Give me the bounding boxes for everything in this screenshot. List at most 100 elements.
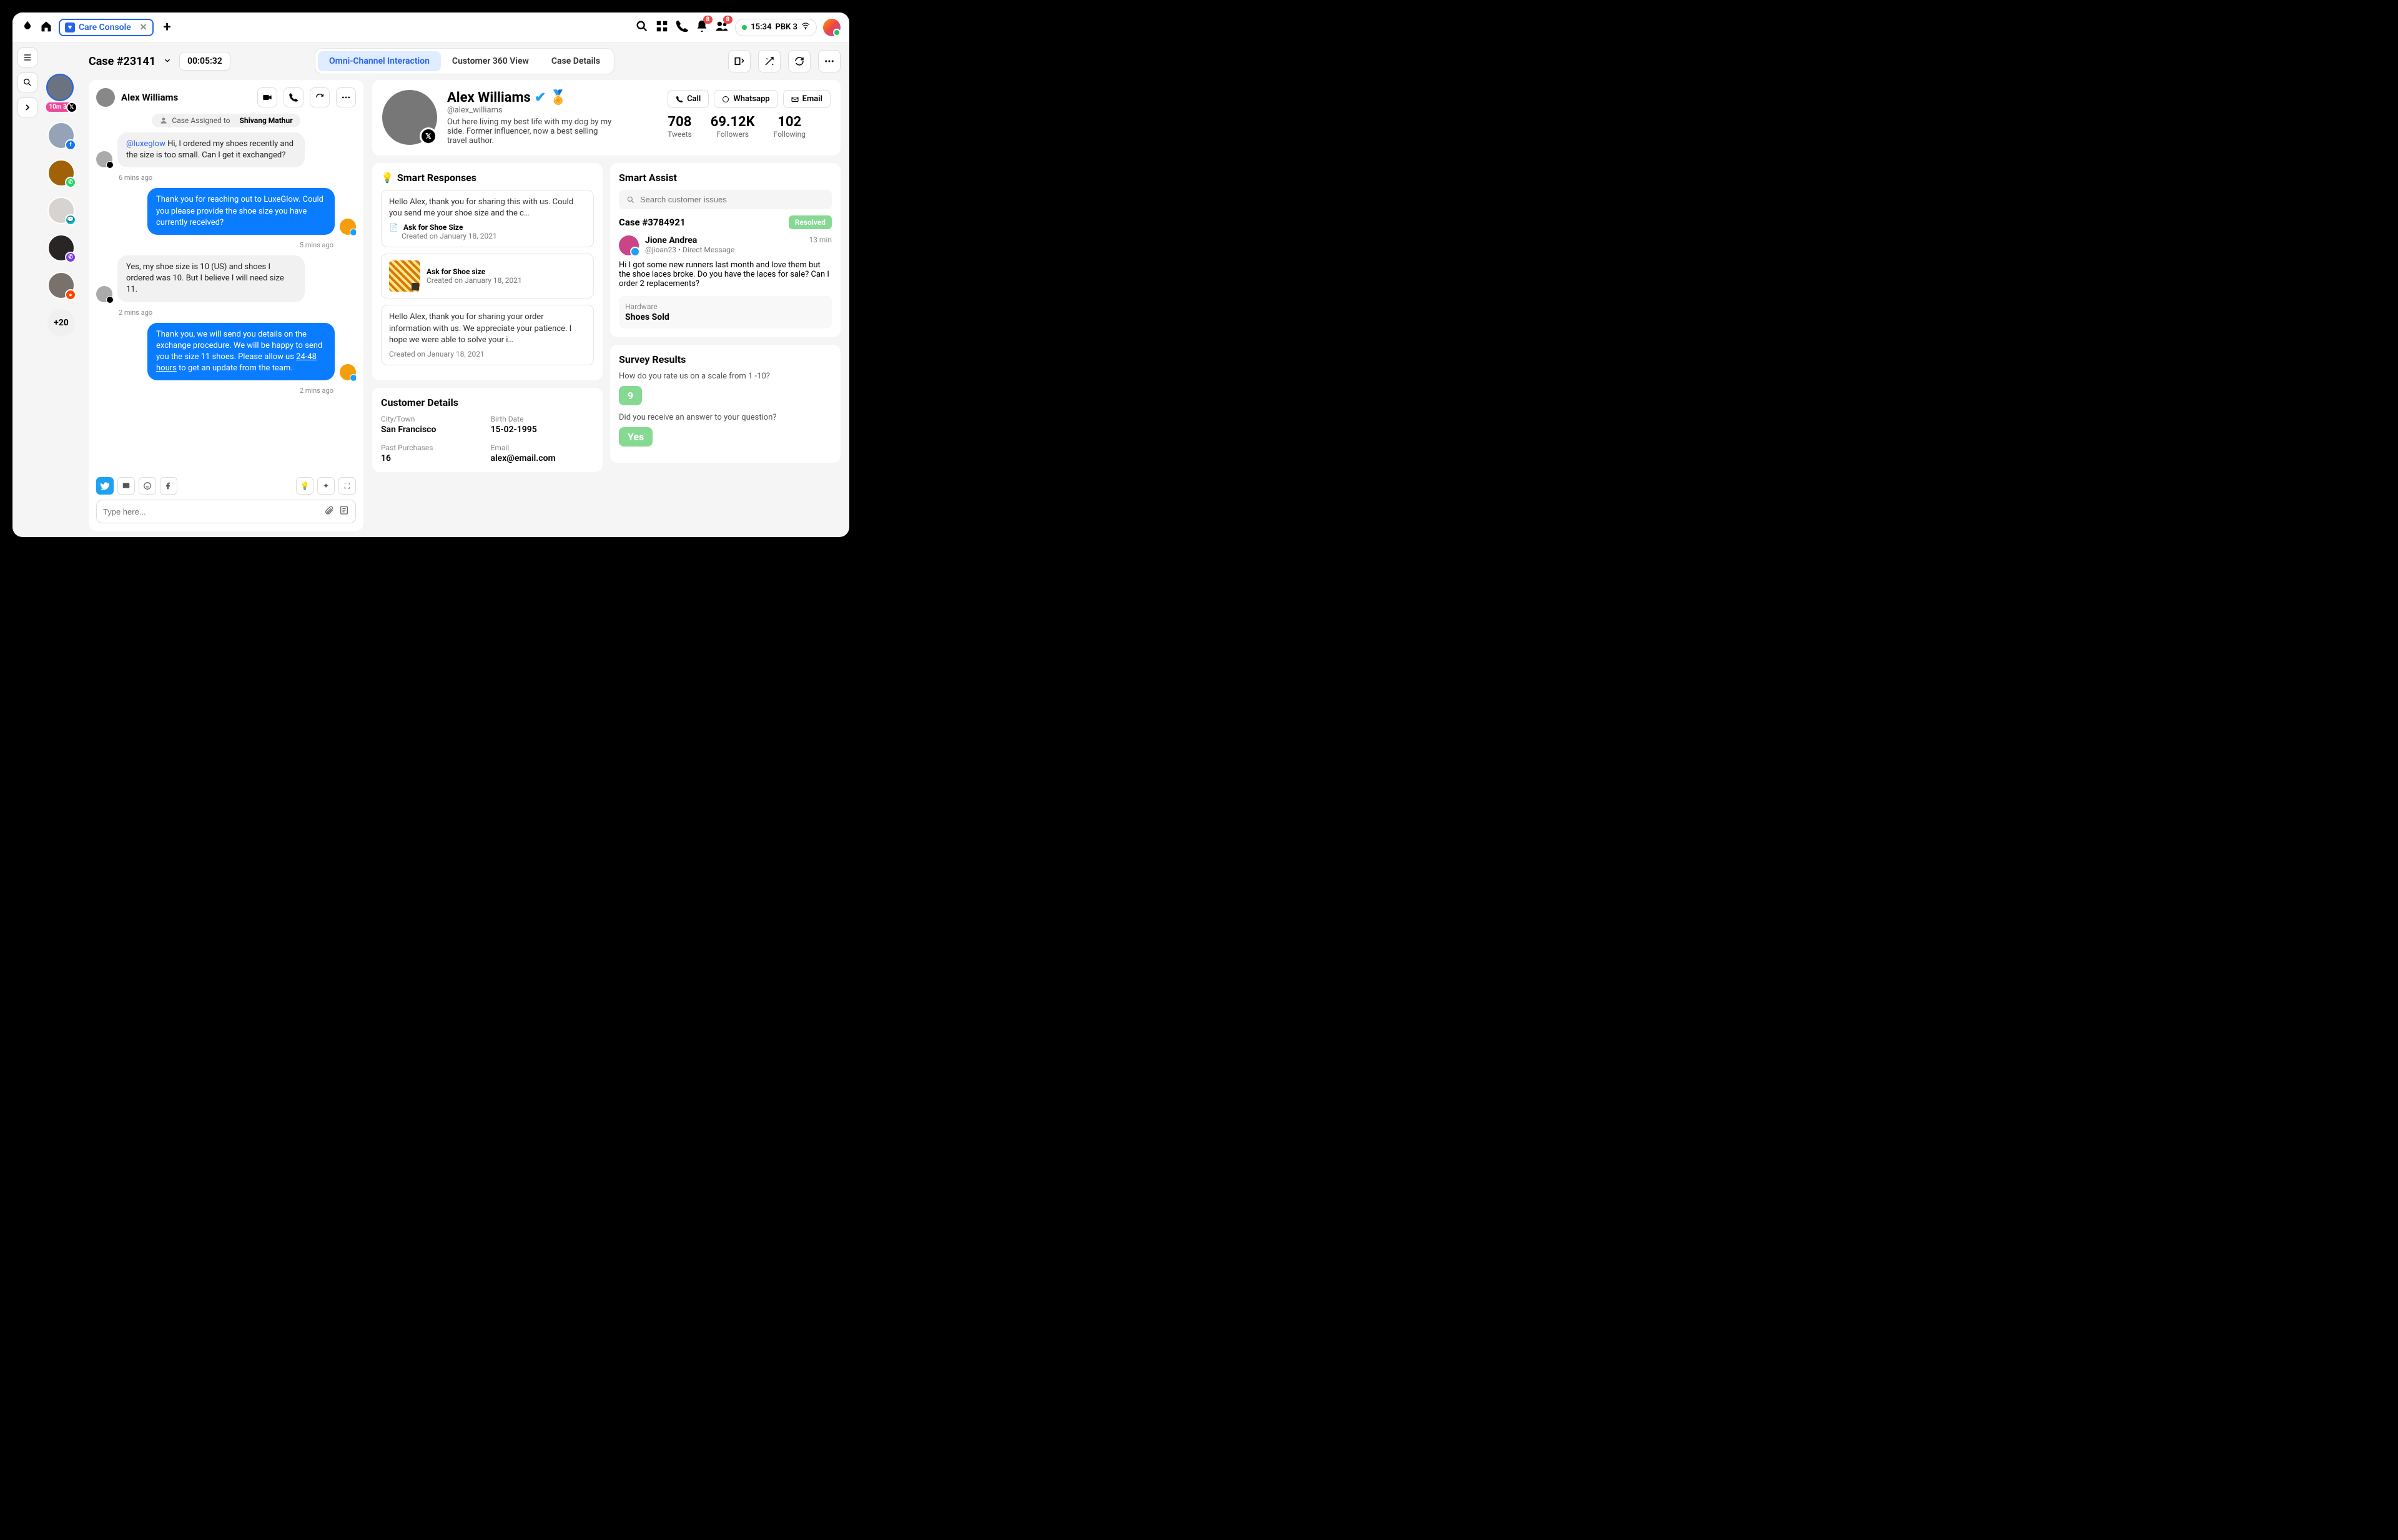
queue-item[interactable]: ✆	[47, 159, 75, 187]
status-label: PBK 3	[776, 22, 798, 32]
assist-tag: Hardware Shoes Sold	[619, 296, 832, 328]
magic-button[interactable]	[758, 50, 781, 72]
channel-sms-button[interactable]	[117, 477, 135, 495]
suggestion-icon[interactable]: 💡	[296, 477, 313, 495]
assist-case-id: Case #3784921	[619, 217, 686, 228]
workspace-tab[interactable]: ♥ Care Console ✕	[59, 19, 154, 36]
subheader: Case #23141 00:05:32 Omni-Channel Intera…	[89, 49, 841, 74]
chevron-down-icon[interactable]	[163, 56, 172, 67]
whatsapp-button[interactable]: Whatsapp	[714, 90, 777, 108]
smart-response-item[interactable]: Ask for Shoe sizeCreated on January 18, …	[381, 254, 594, 299]
assist-message[interactable]: Jione Andrea13 min @jioan23 • Direct Mes…	[619, 235, 832, 255]
assist-avatar	[619, 235, 639, 255]
tab-details[interactable]: Case Details	[540, 51, 611, 71]
email-button[interactable]: Email	[783, 90, 831, 108]
tab-360[interactable]: Customer 360 View	[441, 51, 540, 71]
detail-field: Past Purchases16	[381, 443, 485, 463]
voice-call-button[interactable]	[284, 87, 303, 107]
smart-response-item[interactable]: Hello Alex, thank you for sharing your o…	[381, 305, 594, 365]
home-icon[interactable]	[40, 20, 52, 35]
channel-facebook-button[interactable]	[160, 477, 177, 495]
channel-whatsapp-button[interactable]	[139, 477, 156, 495]
queue-item[interactable]: f	[47, 122, 75, 149]
nav-rail	[12, 42, 42, 537]
survey-answer: 9	[619, 386, 642, 405]
chat-messages: Case Assigned to Shivang Mathur @luxeglo…	[96, 107, 356, 477]
view-tabs: Omni-Channel Interaction Customer 360 Vi…	[315, 48, 614, 74]
smart-assist-search[interactable]	[619, 190, 832, 209]
call-button[interactable]: Call	[668, 90, 709, 108]
chat-name: Alex Williams	[121, 92, 178, 103]
tab-omni[interactable]: Omni-Channel Interaction	[318, 51, 441, 71]
more-button[interactable]	[818, 50, 841, 72]
menu-button[interactable]	[17, 47, 37, 67]
case-timer: 00:05:32	[179, 52, 230, 71]
timestamp: 5 mins ago	[119, 241, 333, 249]
smart-assist-card: Smart Assist Case #3784921 Resolved	[610, 163, 841, 337]
doc-icon: 📄	[389, 223, 398, 232]
search-input[interactable]	[640, 195, 824, 204]
refresh-button[interactable]	[788, 50, 811, 72]
chat-panel: Alex Williams Case Assigned to Shivang M…	[89, 80, 363, 531]
status-pill[interactable]: 15:34 PBK 3	[735, 19, 817, 36]
timestamp: 2 mins ago	[119, 308, 333, 317]
expand-icon[interactable]: ⛶	[338, 477, 356, 495]
video-call-button[interactable]	[257, 87, 277, 107]
sprinklr-icon[interactable]: ✦	[317, 477, 335, 495]
profile-handle: @alex_williams	[447, 106, 658, 115]
message-out: Thank you for reaching out to LuxeGlow. …	[96, 188, 356, 235]
people-badge: 8	[723, 16, 733, 24]
conversation-queue: 𝕏 10m 32s f ✆ 💬 ✆ ● +20	[42, 42, 80, 537]
search-icon[interactable]	[635, 19, 649, 36]
timestamp: 6 mins ago	[119, 174, 333, 182]
online-dot-icon	[742, 25, 747, 30]
people-icon[interactable]: 8	[715, 19, 729, 36]
response-thumbnail	[389, 260, 420, 292]
message-out: Thank you, we will send you details on t…	[96, 323, 356, 381]
queue-item[interactable]: ●	[47, 272, 75, 299]
profile-bio: Out here living my best life with my dog…	[447, 117, 616, 146]
queue-item-active[interactable]: 𝕏 10m 32s	[46, 74, 76, 112]
queue-item[interactable]: ✆	[47, 234, 75, 262]
apps-grid-icon[interactable]	[655, 19, 669, 36]
profile-avatar: 𝕏	[382, 90, 437, 145]
phone-icon[interactable]	[675, 19, 689, 36]
chat-more-button[interactable]	[336, 87, 356, 107]
reddit-platform-icon: ●	[65, 289, 76, 300]
expand-button[interactable]	[17, 97, 37, 117]
chat-refresh-button[interactable]	[310, 87, 330, 107]
bell-icon[interactable]: 8	[695, 19, 709, 36]
detail-field: Emailalex@email.com	[491, 443, 595, 463]
notif-badge: 8	[703, 16, 713, 24]
queue-more-count[interactable]: +20	[47, 309, 75, 337]
chat-avatar	[96, 88, 115, 107]
smart-response-item[interactable]: Hello Alex, thank you for sharing this w…	[381, 190, 594, 247]
detail-field: City/TownSan Francisco	[381, 415, 485, 435]
survey-question: Did you receive an answer to your questi…	[619, 413, 832, 422]
heart-icon: ♥	[65, 22, 75, 32]
brand-logo-icon	[21, 20, 34, 35]
search-button[interactable]	[17, 72, 37, 92]
survey-answer: Yes	[619, 427, 653, 447]
customer-details-card: Customer Details City/TownSan Francisco …	[372, 388, 603, 472]
message-input[interactable]	[103, 507, 319, 516]
close-tab-icon[interactable]: ✕	[140, 22, 147, 32]
topbar: ♥ Care Console ✕ + 8 8 15:34 PBK 3	[12, 12, 849, 42]
message-input-row	[96, 500, 356, 523]
add-tab-button[interactable]: +	[164, 19, 171, 35]
template-icon[interactable]	[339, 505, 349, 518]
profile-card: 𝕏 Alex Williams ✔ 🏅 @alex_williams Out h…	[372, 80, 841, 155]
channel-twitter-button[interactable]	[96, 477, 114, 495]
whatsapp-platform-icon: ✆	[65, 177, 76, 188]
user-avatar[interactable]	[823, 19, 841, 36]
queue-item[interactable]: 💬	[47, 197, 75, 224]
attach-icon[interactable]	[324, 505, 334, 518]
panel-button[interactable]	[728, 50, 751, 72]
wifi-icon	[801, 22, 810, 33]
chat-platform-icon: 💬	[65, 214, 76, 225]
verified-icon: ✔	[535, 90, 546, 106]
message-in: Yes, my shoe size is 10 (US) and shoes I…	[96, 255, 356, 302]
clock-time: 15:34	[751, 22, 771, 32]
stat-followers: 69.12KFollowers	[711, 114, 755, 139]
survey-question: How do you rate us on a scale from 1 -10…	[619, 372, 832, 381]
